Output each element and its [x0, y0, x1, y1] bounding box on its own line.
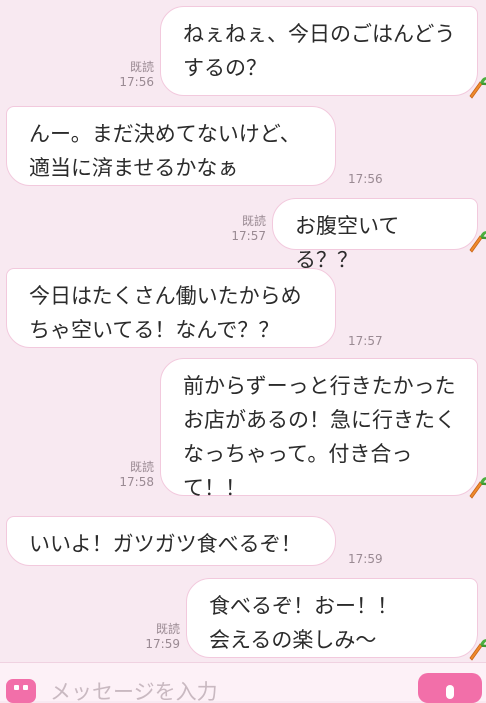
message-time: 17:56 [119, 75, 154, 89]
message-text-line: んー。まだ決めてないけど、 [29, 122, 301, 146]
message-text-line: 今日はたくさん働いたからめ [29, 284, 302, 308]
plus-icon[interactable] [6, 679, 36, 703]
chat-history: ねぇねぇ、今日のごはんどう するの？ 既読 17:56 んー。まだ決めてないけど、 適当に… [0, 0, 486, 686]
sent-message-bubble[interactable]: お腹空いてる？？ [272, 198, 478, 272]
sent-message-bubble[interactable]: 食べるぞ！おー！！会えるの楽しみ〜(*≧∀≦*) [186, 578, 478, 686]
received-message-bubble[interactable]: 今日はたくさん働いたからめ ちゃ空いてる！なんで？？ [6, 268, 336, 348]
carrot-sticker-icon [469, 477, 486, 499]
message-text-line: 前からずーっと行きたかった [183, 374, 456, 398]
message-text-line: 適当に済ませるかなぁ [29, 156, 239, 180]
carrot-sticker-icon [469, 77, 486, 99]
message-text-line: なっちゃって。付き合っ [183, 442, 413, 466]
message-time: 17:57 [231, 229, 266, 243]
message-input-bar [0, 662, 486, 703]
message-time: 17:58 [119, 475, 154, 489]
sent-message-bubble[interactable]: ねぇねぇ、今日のごはんどう するの？ [160, 6, 478, 96]
message-time: 17:56 [348, 172, 383, 186]
message-time: 17:59 [348, 552, 383, 566]
message-time: 17:59 [145, 637, 180, 651]
carrot-sticker-icon [469, 231, 486, 253]
read-receipt: 既読 [129, 460, 154, 474]
mic-icon [446, 685, 454, 699]
message-time: 17:57 [348, 334, 383, 348]
message-text-line: するの？ [183, 56, 267, 80]
received-message-bubble[interactable]: んー。まだ決めてないけど、 適当に済ませるかなぁ [6, 106, 336, 186]
read-receipt: 既読 [241, 214, 266, 228]
mic-button[interactable] [418, 673, 482, 703]
received-message-bubble[interactable]: いいよ！ガツガツ食べるぞ！ [6, 516, 336, 566]
message-text-line: ねぇねぇ、今日のごはんどう [183, 22, 456, 46]
message-text-line: お店があるの！急に行きたく [183, 408, 456, 432]
read-receipt: 既読 [129, 60, 154, 74]
message-text-line: 食べるぞ！おー！！ [209, 594, 398, 618]
message-text-line: いいよ！ガツガツ食べるぞ！ [29, 532, 302, 556]
message-text-line: お腹空いてる？？ [295, 214, 400, 272]
read-receipt: 既読 [155, 622, 180, 636]
message-text-line: て！！ [183, 476, 246, 500]
sent-message-bubble[interactable]: 前からずーっと行きたかった お店があるの！急に行きたく なっちゃって。付き合っ て！！ [160, 358, 478, 500]
carrot-sticker-icon [469, 639, 486, 661]
message-text-line: ちゃ空いてる！なんで？？ [29, 318, 280, 342]
